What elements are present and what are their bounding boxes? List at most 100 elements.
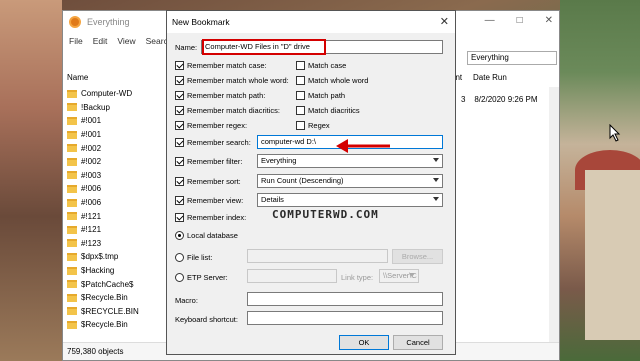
column-name[interactable]: Name [67,73,88,82]
folder-icon [67,116,77,125]
list-item-label: $Hacking [81,266,115,276]
menu-edit[interactable]: Edit [93,36,108,46]
mouse-cursor-icon [609,124,621,142]
results-list: Computer-WD !Backup #!001 #!001 #!002 #!002 #!… [63,87,163,332]
chevron-down-icon [433,178,439,182]
folder-icon [67,280,77,289]
remember-sort-checkbox[interactable]: Remember sort: [175,177,241,186]
menu-file[interactable]: File [69,36,83,46]
list-item-label: #!121 [81,225,102,235]
close-button[interactable]: ✕ [545,15,553,26]
menu-view[interactable]: View [117,36,135,46]
etp-server-input[interactable] [247,269,337,283]
list-item-label: #!121 [81,211,102,221]
local-database-radio[interactable]: Local database [175,231,238,240]
red-arrow-icon [336,139,390,153]
ok-button[interactable]: OK [339,335,389,350]
remember-whole-word-checkbox[interactable]: Remember match whole word: [175,76,289,85]
list-item[interactable]: #!123 [63,237,163,251]
list-item[interactable]: #!002 [63,155,163,169]
folder-icon [67,89,77,98]
match-whole-word-checkbox[interactable]: Match whole word [296,76,368,85]
list-item-label: #!123 [81,238,102,248]
folder-icon [67,293,77,302]
list-item[interactable]: $Recycle.Bin [63,318,163,332]
maximize-button[interactable]: □ [517,15,523,26]
folder-icon [67,198,77,207]
list-item[interactable]: $Recycle.Bin [63,291,163,305]
etp-server-radio[interactable]: ETP Server: [175,273,228,282]
list-item[interactable]: #!003 [63,169,163,183]
list-item-label: #!002 [81,143,102,153]
file-list-input[interactable] [247,249,388,263]
folder-icon [67,212,77,221]
remember-view-checkbox[interactable]: Remember view: [175,196,243,205]
view-select[interactable]: Details [257,193,443,207]
regex-checkbox[interactable]: Regex [296,121,330,130]
new-bookmark-dialog: New Bookmark ✕ Name: Computer-WD Files i… [166,10,456,355]
list-item[interactable]: !Backup [63,101,163,115]
file-list-radio[interactable]: File list: [175,253,212,262]
keyboard-shortcut-input[interactable] [247,311,443,325]
folder-icon [67,239,77,248]
folder-icon [67,266,77,275]
folder-icon [67,252,77,261]
scrollbar[interactable] [549,87,559,343]
list-item-label: #!002 [81,157,102,167]
cancel-button[interactable]: Cancel [393,335,443,350]
match-case-checkbox[interactable]: Match case [296,61,346,70]
list-item[interactable]: #!121 [63,209,163,223]
remember-search-checkbox[interactable]: Remember search: [175,138,251,147]
sort-select[interactable]: Run Count (Descending) [257,174,443,188]
folder-icon [67,157,77,166]
match-diacritics-checkbox[interactable]: Match diacritics [296,106,360,115]
folder-icon [67,171,77,180]
list-item[interactable]: Computer-WD [63,87,163,101]
list-item-label: #!003 [81,170,102,180]
list-item[interactable]: #!001 [63,114,163,128]
remember-regex-checkbox[interactable]: Remember regex: [175,121,247,130]
remember-filter-checkbox[interactable]: Remember filter: [175,157,242,166]
list-item[interactable]: #!006 [63,182,163,196]
remember-match-path-checkbox[interactable]: Remember match path: [175,91,265,100]
list-item[interactable]: #!002 [63,141,163,155]
wallpaper-left [0,0,62,361]
dialog-title: New Bookmark [172,17,230,27]
link-type-label: Link type: [341,273,374,282]
remember-match-case-checkbox[interactable]: Remember match case: [175,61,267,70]
list-item[interactable]: $PatchCache$ [63,277,163,291]
link-type-select[interactable]: \\Server\C [379,269,419,283]
browse-button[interactable]: Browse... [392,249,443,264]
chevron-down-icon [409,273,415,277]
remember-index-checkbox[interactable]: Remember index: [175,213,246,222]
list-item[interactable]: $dpx$.tmp [63,250,163,264]
folder-icon [67,103,77,112]
watermark: COMPUTERWD.COM [272,208,379,221]
filter-dropdown[interactable]: Everything [467,51,557,65]
list-item-label: #!006 [81,198,102,208]
list-item[interactable]: #!001 [63,128,163,142]
dialog-close-button[interactable]: ✕ [440,15,449,28]
macro-label: Macro: [175,296,198,305]
window-controls: — □ ✕ [485,15,553,26]
filter-select[interactable]: Everything [257,154,443,168]
list-item[interactable]: $Hacking [63,264,163,278]
match-path-checkbox[interactable]: Match path [296,91,345,100]
macro-input[interactable] [247,292,443,306]
minimize-button[interactable]: — [485,15,495,26]
name-label: Name: [175,43,198,52]
date-run-value: 8/2/2020 9:26 PM [474,95,538,104]
run-count-value: 3 [461,95,466,104]
folder-icon [67,184,77,193]
chevron-down-icon [433,158,439,162]
list-item-label: #!001 [81,130,102,140]
folder-icon [67,225,77,234]
list-item-label: $Recycle.Bin [81,293,128,303]
wallpaper-building [585,170,640,340]
list-item[interactable]: #!121 [63,223,163,237]
remember-diacritics-checkbox[interactable]: Remember match diacritics: [175,106,280,115]
column-date-run[interactable]: Date Run [473,73,507,82]
list-item[interactable]: $RECYCLE.BIN [63,305,163,319]
folder-icon [67,307,77,316]
list-item[interactable]: #!006 [63,196,163,210]
